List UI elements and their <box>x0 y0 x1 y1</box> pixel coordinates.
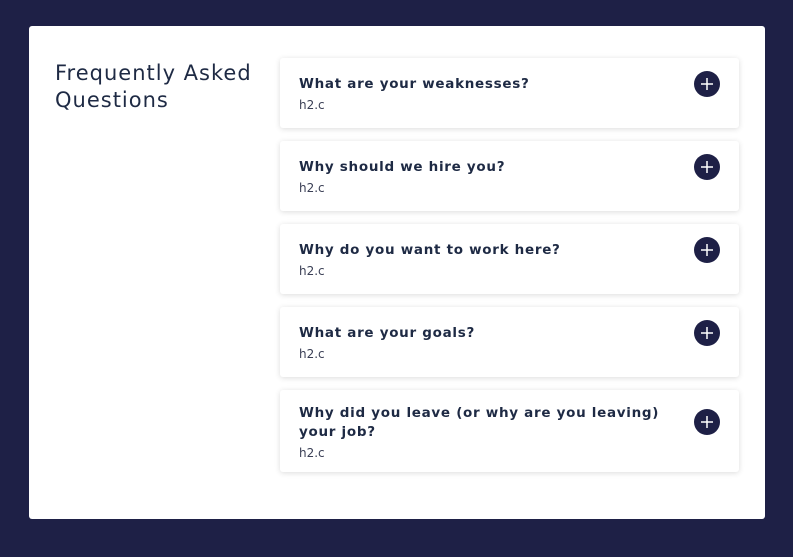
faq-question[interactable]: What are your weaknesses? <box>299 75 669 94</box>
faq-item-weaknesses[interactable]: What are your weaknesses? h2.c <box>280 58 739 128</box>
faq-answer: h2.c <box>299 264 325 278</box>
expand-toggle-button[interactable] <box>694 154 720 180</box>
plus-icon <box>701 416 713 428</box>
plus-icon <box>701 244 713 256</box>
faq-item-leave-job[interactable]: Why did you leave (or why are you leavin… <box>280 390 739 472</box>
page-title: Frequently Asked Questions <box>55 61 252 112</box>
faq-question[interactable]: What are your goals? <box>299 324 669 343</box>
faq-card: Frequently Asked Questions What are your… <box>29 26 765 519</box>
faq-item-hire[interactable]: Why should we hire you? h2.c <box>280 141 739 211</box>
plus-icon <box>701 161 713 173</box>
faq-answer: h2.c <box>299 181 325 195</box>
faq-answer: h2.c <box>299 98 325 112</box>
expand-toggle-button[interactable] <box>694 237 720 263</box>
faq-question[interactable]: Why do you want to work here? <box>299 241 669 260</box>
faq-answer: h2.c <box>299 446 325 460</box>
faq-list: What are your weaknesses? h2.c Why shoul… <box>280 58 739 485</box>
plus-icon <box>701 78 713 90</box>
faq-question[interactable]: Why should we hire you? <box>299 158 669 177</box>
faq-question[interactable]: Why did you leave (or why are you leavin… <box>299 404 669 442</box>
faq-item-work-here[interactable]: Why do you want to work here? h2.c <box>280 224 739 294</box>
expand-toggle-button[interactable] <box>694 320 720 346</box>
plus-icon <box>701 327 713 339</box>
faq-answer: h2.c <box>299 347 325 361</box>
expand-toggle-button[interactable] <box>694 71 720 97</box>
faq-item-goals[interactable]: What are your goals? h2.c <box>280 307 739 377</box>
expand-toggle-button[interactable] <box>694 409 720 435</box>
